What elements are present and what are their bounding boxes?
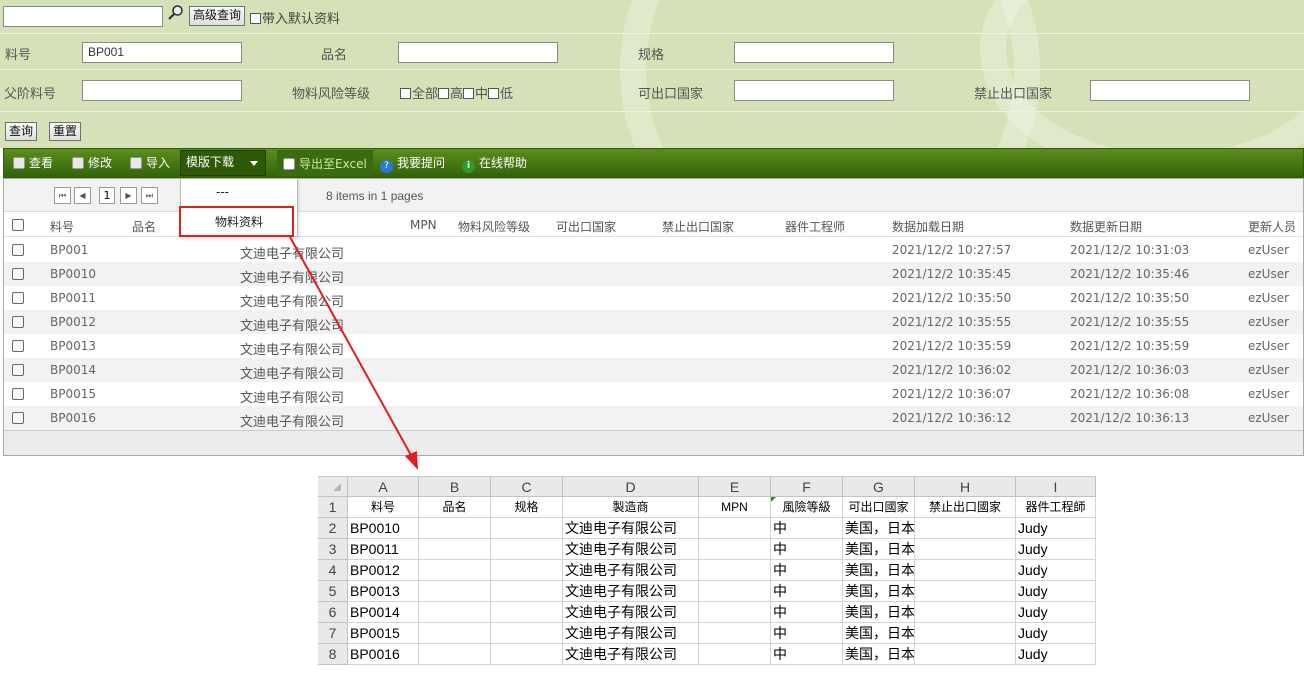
sheet-cell[interactable] — [419, 539, 491, 560]
excel-sheet-preview: A B C D E F G H I 1 料号 品名 规格 製造商 MPN 風險等級 可出口國家 禁止出口國家 器件工… — [318, 476, 1096, 671]
sheet-cell[interactable]: BP0015 — [348, 623, 419, 644]
sheet-cell[interactable]: 中 — [771, 581, 843, 602]
sheet-cell[interactable]: 美国，日本 — [843, 623, 915, 644]
sheet-cell[interactable] — [491, 581, 563, 602]
sheet-cell[interactable] — [419, 602, 491, 623]
sheet-cell[interactable]: BP0013 — [348, 581, 419, 602]
cell-comment-indicator — [771, 497, 776, 502]
sheet-cell[interactable] — [699, 644, 771, 665]
sheet-cell[interactable]: 美国，日本 — [843, 518, 915, 539]
sheet-header-cell[interactable]: 品名 — [419, 497, 491, 518]
sheet-cell[interactable] — [419, 581, 491, 602]
sheet-cell[interactable]: Judy — [1016, 539, 1096, 560]
sheet-header-cell[interactable]: 禁止出口國家 — [915, 497, 1016, 518]
row-header[interactable]: 4 — [318, 560, 348, 581]
sheet-cell[interactable]: BP0012 — [348, 560, 419, 581]
sheet-header-cell[interactable]: 可出口國家 — [843, 497, 915, 518]
sheet-cell[interactable] — [915, 581, 1016, 602]
sheet-cell[interactable]: 文迪电子有限公司 — [563, 623, 699, 644]
sheet-header-cell[interactable]: 器件工程師 — [1016, 497, 1096, 518]
sheet-cell[interactable] — [915, 644, 1016, 665]
sheet-cell[interactable]: 中 — [771, 539, 843, 560]
sheet-cell[interactable]: BP0014 — [348, 602, 419, 623]
row-header[interactable]: 8 — [318, 644, 348, 665]
sheet-cell[interactable] — [915, 560, 1016, 581]
sheet-cell[interactable]: Judy — [1016, 623, 1096, 644]
sheet-cell[interactable]: 文迪电子有限公司 — [563, 581, 699, 602]
sheet-cell[interactable] — [491, 560, 563, 581]
column-header-I[interactable]: I — [1016, 477, 1096, 497]
sheet-header-cell[interactable]: 製造商 — [563, 497, 699, 518]
sheet-cell[interactable]: 美国，日本 — [843, 644, 915, 665]
column-header-D[interactable]: D — [563, 477, 699, 497]
sheet-cell[interactable]: Judy — [1016, 518, 1096, 539]
sheet-cell[interactable] — [915, 623, 1016, 644]
sheet-cell[interactable]: Judy — [1016, 581, 1096, 602]
sheet-cell[interactable] — [491, 644, 563, 665]
column-header-H[interactable]: H — [915, 477, 1016, 497]
row-header[interactable]: 5 — [318, 581, 348, 602]
sheet-cell[interactable]: 文迪电子有限公司 — [563, 602, 699, 623]
sheet-header-cell[interactable]: 规格 — [491, 497, 563, 518]
sheet-cell[interactable] — [491, 518, 563, 539]
row-header[interactable]: 6 — [318, 602, 348, 623]
column-header-A[interactable]: A — [348, 477, 419, 497]
sheet-cell[interactable]: 文迪电子有限公司 — [563, 539, 699, 560]
sheet-cell[interactable]: Judy — [1016, 560, 1096, 581]
sheet-cell[interactable] — [915, 602, 1016, 623]
sheet-cell[interactable] — [419, 623, 491, 644]
sheet-cell[interactable]: 文迪电子有限公司 — [563, 560, 699, 581]
sheet-cell[interactable] — [491, 623, 563, 644]
sheet-cell[interactable] — [419, 560, 491, 581]
sheet-cell[interactable] — [699, 560, 771, 581]
sheet-cell[interactable]: 中 — [771, 602, 843, 623]
sheet-cell[interactable] — [915, 518, 1016, 539]
sheet-header-cell[interactable]: MPN — [699, 497, 771, 518]
sheet-cell[interactable]: 美国，日本 — [843, 539, 915, 560]
row-header[interactable]: 3 — [318, 539, 348, 560]
sheet-cell[interactable]: BP0016 — [348, 644, 419, 665]
sheet-cell[interactable]: 美国，日本 — [843, 560, 915, 581]
sheet-cell[interactable]: 中 — [771, 623, 843, 644]
sheet-cell[interactable] — [699, 623, 771, 644]
column-header-C[interactable]: C — [491, 477, 563, 497]
sheet-cell[interactable]: BP0011 — [348, 539, 419, 560]
sheet-cell[interactable]: 美国，日本 — [843, 602, 915, 623]
sheet-cell[interactable]: 中 — [771, 644, 843, 665]
sheet-cell[interactable]: 美国，日本 — [843, 581, 915, 602]
column-header-G[interactable]: G — [843, 477, 915, 497]
sheet-cell[interactable]: 中 — [771, 518, 843, 539]
sheet-cell[interactable] — [419, 644, 491, 665]
sheet-cell[interactable] — [699, 581, 771, 602]
sheet-cell[interactable] — [699, 539, 771, 560]
column-header-E[interactable]: E — [699, 477, 771, 497]
sheet-cell[interactable] — [491, 539, 563, 560]
sheet-cell[interactable] — [419, 518, 491, 539]
sheet-cell[interactable]: 中 — [771, 560, 843, 581]
select-all-triangle-icon — [332, 483, 341, 491]
sheet-cell[interactable]: BP0010 — [348, 518, 419, 539]
sheet-cell[interactable] — [699, 518, 771, 539]
row-header[interactable]: 1 — [318, 497, 348, 518]
sheet-header-cell[interactable]: 料号 — [348, 497, 419, 518]
sheet-corner[interactable] — [318, 477, 348, 497]
sheet-cell[interactable]: Judy — [1016, 602, 1096, 623]
sheet-header-cell[interactable]: 風險等級 — [771, 497, 843, 518]
column-header-B[interactable]: B — [419, 477, 491, 497]
sheet-cell[interactable]: Judy — [1016, 644, 1096, 665]
sheet-cell[interactable] — [915, 539, 1016, 560]
row-header[interactable]: 2 — [318, 518, 348, 539]
sheet-cell[interactable] — [491, 602, 563, 623]
sheet-cell[interactable]: 文迪电子有限公司 — [563, 644, 699, 665]
row-header[interactable]: 7 — [318, 623, 348, 644]
column-header-F[interactable]: F — [771, 477, 843, 497]
sheet-cell[interactable] — [699, 602, 771, 623]
sheet-cell[interactable]: 文迪电子有限公司 — [563, 518, 699, 539]
